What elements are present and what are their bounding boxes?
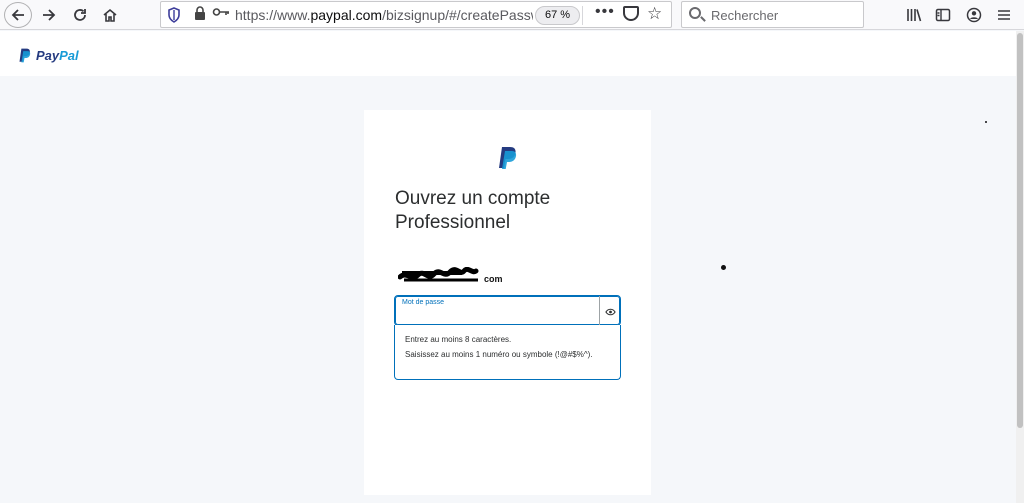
hint-min-length: Entrez au moins 8 caractères. — [405, 335, 512, 344]
library-button[interactable] — [903, 3, 927, 27]
password-label: Mot de passe — [402, 299, 445, 306]
search-bar[interactable]: Rechercher — [681, 1, 864, 28]
stray-dot — [985, 121, 987, 123]
bookmark-star-icon[interactable]: ☆ — [647, 4, 662, 24]
sidebar-icon — [935, 8, 951, 22]
back-button[interactable] — [4, 2, 32, 28]
page-title: Ouvrez un compte Professionnel — [395, 188, 551, 233]
search-icon — [689, 7, 701, 19]
hamburger-menu-icon — [998, 10, 1010, 20]
account-button[interactable] — [962, 3, 986, 27]
eye-icon — [604, 308, 616, 315]
scrollbar-thumb[interactable] — [1017, 33, 1023, 428]
url-text[interactable]: https://www.paypal.com/bizsignup/#/creat… — [235, 7, 533, 23]
arrow-left-icon — [11, 9, 24, 21]
show-password-button[interactable] — [599, 296, 620, 327]
paypal-logo-text: PayPal — [36, 48, 79, 63]
home-button[interactable] — [98, 3, 122, 27]
redacted-email-scribble — [398, 267, 479, 282]
lock-icon[interactable] — [194, 6, 206, 21]
pocket-icon[interactable] — [623, 6, 639, 21]
hint-number-symbol: Saisissez au moins 1 numéro ou symbole (… — [405, 350, 593, 359]
search-placeholder: Rechercher — [711, 8, 779, 23]
reload-button[interactable] — [68, 3, 92, 27]
menu-button[interactable] — [992, 3, 1016, 27]
signup-card: Ouvrez un compte Professionnel com Mot d… — [364, 110, 651, 495]
library-icon — [907, 9, 922, 22]
zoom-badge[interactable]: 67 % — [535, 6, 581, 25]
password-input[interactable] — [402, 309, 592, 323]
password-hints: Entrez au moins 8 caractères. Saisissez … — [394, 325, 621, 380]
page-actions-icon[interactable]: ••• — [595, 3, 615, 21]
arrow-right-icon — [43, 9, 56, 21]
password-group: Mot de passe Entrez au moins 8 caractère… — [394, 295, 621, 380]
paypal-p-icon — [19, 48, 31, 63]
cursor-dot — [721, 265, 726, 270]
password-field[interactable]: Mot de passe — [394, 295, 621, 327]
browser-toolbar: https://www.paypal.com/bizsignup/#/creat… — [0, 0, 1024, 30]
page-scrollbar[interactable] — [1016, 31, 1024, 503]
paypal-header: PayPal — [0, 31, 1016, 76]
sidebar-button[interactable] — [931, 3, 955, 27]
account-icon — [966, 7, 982, 23]
reload-icon — [74, 9, 86, 21]
key-icon[interactable] — [212, 5, 230, 19]
home-icon — [103, 8, 117, 22]
paypal-p-icon — [499, 147, 517, 169]
url-separator — [582, 6, 583, 25]
forward-button[interactable] — [37, 3, 61, 27]
url-bar[interactable]: https://www.paypal.com/bizsignup/#/creat… — [160, 1, 672, 28]
paypal-logo[interactable]: PayPal — [18, 48, 79, 63]
tracking-shield-icon[interactable] — [167, 7, 181, 23]
email-suffix: com — [484, 274, 503, 284]
